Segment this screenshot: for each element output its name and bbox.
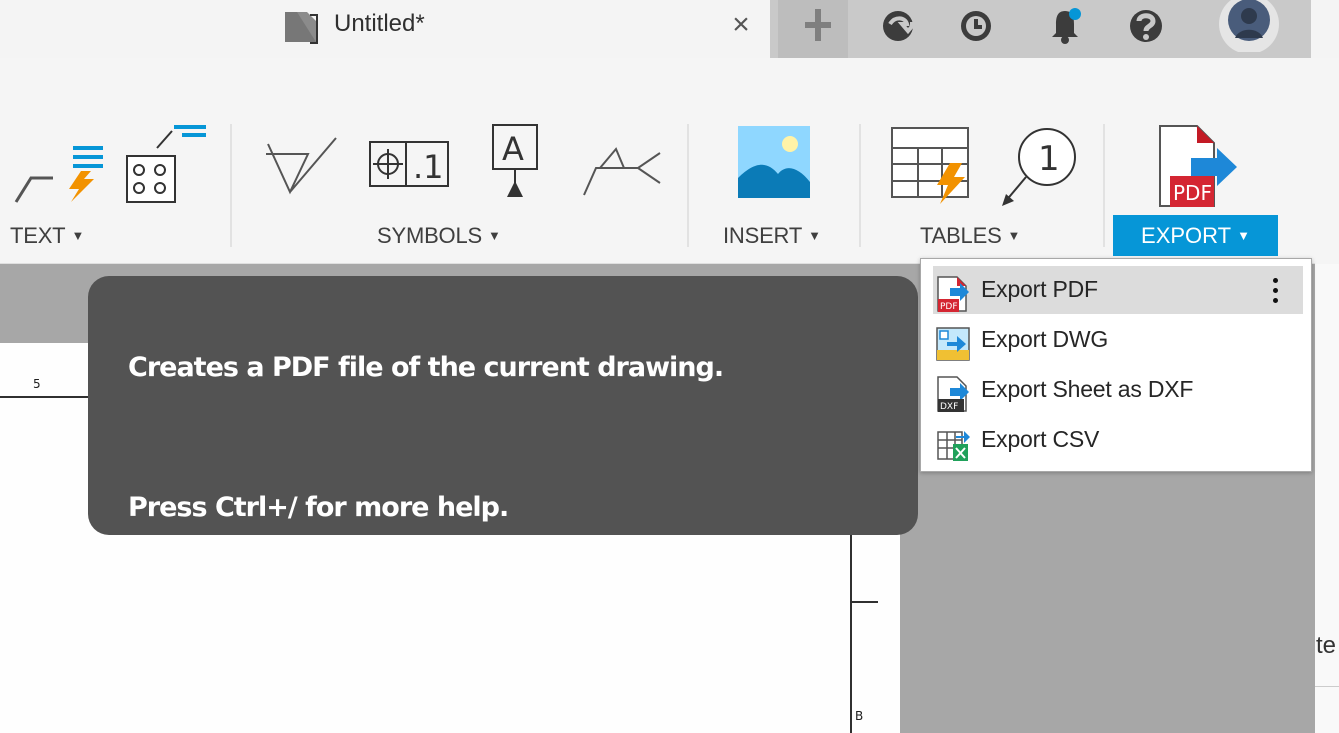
svg-text:PDF: PDF xyxy=(1173,181,1212,205)
chevron-down-icon: ▼ xyxy=(71,228,85,243)
symbols-group-menu[interactable]: SYMBOLS ▼ xyxy=(377,223,501,249)
sheet-zone-letter: B xyxy=(855,709,864,723)
export-csv-label: Export CSV xyxy=(981,426,1100,452)
svg-text:DXF: DXF xyxy=(940,402,958,412)
title-bar: Untitled* × xyxy=(0,0,1339,58)
chevron-down-icon: ▼ xyxy=(1007,228,1021,243)
window-edge xyxy=(1311,0,1339,58)
image-insert-icon[interactable] xyxy=(736,124,812,202)
svg-text:PDF: PDF xyxy=(940,302,958,312)
pdf-export-large-icon[interactable]: PDF xyxy=(1155,124,1239,208)
more-dot xyxy=(1273,298,1278,303)
document-tab[interactable]: Untitled* × xyxy=(0,0,770,58)
sheet-border-line xyxy=(0,396,88,398)
close-tab-button[interactable]: × xyxy=(728,8,754,42)
tooltip-description: Creates a PDF file of the current drawin… xyxy=(128,352,724,383)
ribbon-separator xyxy=(1103,124,1105,247)
export-dxf-menu-item[interactable]: DXF Export Sheet as DXF xyxy=(933,366,1303,414)
insert-group-menu[interactable]: INSERT ▼ xyxy=(723,223,821,249)
zone-tick-line xyxy=(852,601,878,603)
plus-icon-vertical xyxy=(815,9,821,41)
chevron-down-icon: ▼ xyxy=(487,228,501,243)
export-pdf-menu-item[interactable]: PDF Export PDF xyxy=(933,266,1303,314)
chevron-down-icon: ▼ xyxy=(808,228,821,243)
tables-group-menu[interactable]: TABLES ▼ xyxy=(920,223,1020,249)
new-tab-button[interactable] xyxy=(778,0,848,58)
csv-export-icon xyxy=(937,431,970,461)
more-options-icon[interactable] xyxy=(1267,276,1283,306)
drawing-document-icon xyxy=(285,12,318,44)
tooltip-help-hint: Press Ctrl+/ for more help. xyxy=(128,492,509,523)
dxf-export-icon: DXF xyxy=(937,376,969,412)
pdf-export-icon: PDF xyxy=(937,276,969,312)
ribbon-separator xyxy=(859,124,861,247)
document-title: Untitled* xyxy=(334,10,425,37)
export-dropdown-menu: PDF Export PDF Export DWG DXF Export She… xyxy=(920,258,1312,472)
export-group-menu[interactable]: EXPORT ▼ xyxy=(1113,215,1278,256)
chevron-down-icon: ▼ xyxy=(1237,228,1250,243)
notifications-bell-icon[interactable] xyxy=(1044,6,1086,46)
browser-panel-edge xyxy=(1315,264,1339,733)
svg-text:1: 1 xyxy=(1038,139,1060,179)
hole-table-leader-icon[interactable] xyxy=(124,123,206,207)
user-avatar-icon[interactable] xyxy=(1217,0,1281,52)
ribbon-separator xyxy=(230,124,232,247)
feature-control-frame-icon[interactable]: .1 xyxy=(368,138,450,192)
text-group-menu[interactable]: TEXT ▼ xyxy=(10,223,84,249)
extensions-icon[interactable] xyxy=(877,6,919,46)
sheet-border-line xyxy=(850,535,852,733)
export-pdf-label: Export PDF xyxy=(981,276,1098,302)
export-dwg-menu-item[interactable]: Export DWG xyxy=(933,316,1303,364)
surface-texture-icon[interactable] xyxy=(264,134,338,196)
ribbon-edge xyxy=(1315,58,1339,264)
export-dwg-label: Export DWG xyxy=(981,326,1109,352)
help-question-icon[interactable] xyxy=(1125,6,1167,46)
svg-text:.1: .1 xyxy=(413,148,444,186)
export-dxf-label: Export Sheet as DXF xyxy=(981,376,1194,402)
dwg-export-icon xyxy=(936,327,970,361)
balloon-icon[interactable]: 1 xyxy=(1002,126,1082,208)
panel-divider xyxy=(1315,686,1339,687)
table-insert-icon[interactable] xyxy=(890,126,975,208)
toolbar-right xyxy=(770,0,1311,58)
leader-text-icon[interactable] xyxy=(11,144,103,204)
fusion-drawing-workspace: Untitled* × .1 A 1 PDF TEXT ▼ SYMBOLS ▼ … xyxy=(0,0,1339,733)
ribbon-separator xyxy=(687,124,689,247)
weld-symbol-icon[interactable] xyxy=(580,133,665,198)
sheet-zone-number: 5 xyxy=(33,377,41,391)
more-dot xyxy=(1273,288,1278,293)
truncated-panel-text: te xyxy=(1316,632,1337,659)
more-dot xyxy=(1273,278,1278,283)
export-csv-menu-item[interactable]: Export CSV xyxy=(933,416,1303,464)
svg-text:A: A xyxy=(502,130,524,168)
job-status-clock-icon[interactable] xyxy=(955,6,997,46)
export-pdf-tooltip: Creates a PDF file of the current drawin… xyxy=(88,276,918,535)
datum-identifier-icon[interactable]: A xyxy=(491,123,541,198)
